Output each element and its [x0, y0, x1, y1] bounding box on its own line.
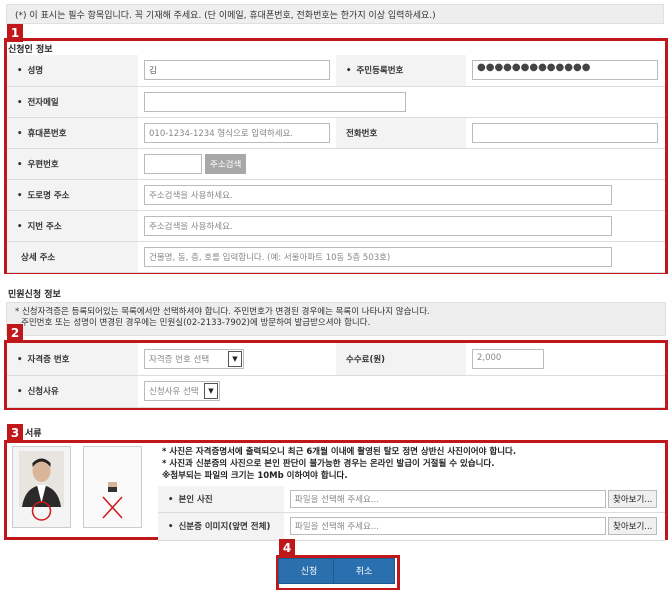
docs-form: 본인 사진 파일을 선택해 주세요...찾아보기... 신분증 이미지(앞면 전… [158, 486, 665, 541]
rrn-input[interactable]: ●●●●●●●●●●●●● [472, 60, 658, 81]
mobile-label: 휴대폰번호 [17, 129, 67, 139]
email-label: 전자메일 [17, 98, 59, 108]
id-photo-frame [83, 446, 142, 528]
rrn-label: 주민등록번호 [346, 66, 403, 76]
road-address-label: 도로명 주소 [17, 191, 70, 201]
docs-note-3: ※첨부되는 파일의 크기는 10Mb 이하여야 합니다. [162, 471, 348, 481]
reason-label: 신청사유 [17, 387, 59, 397]
zip-label: 우편번호 [17, 160, 59, 170]
road-address-input[interactable]: 주소검색을 사용하세요. [144, 184, 612, 205]
photo-label: 본인 사진 [168, 495, 213, 505]
fee-input: 2,000 [472, 348, 544, 369]
petition-info-box: * 신청자격증은 등록되어있는 목록에서만 선택하셔야 합니다. 주민번호가 변… [6, 302, 666, 336]
cert-number-label: 자격증 번호 [17, 355, 70, 365]
petition-info-line-1: * 신청자격증은 등록되어있는 목록에서만 선택하셔야 합니다. 주민번호가 변… [15, 307, 430, 317]
detail-address-input[interactable]: 건물명, 동, 층, 호를 입력합니다. (예: 서울아파트 10동 5층 50… [144, 246, 612, 267]
docs-note-2: * 사진과 신분증의 사진으로 본인 판단이 불가능한 경우는 온라인 발급이 … [162, 459, 495, 469]
user-photo [13, 447, 70, 527]
petition-info-line-2: 주민번호 또는 성명이 변경된 경우에는 민원실(02-2133-7902)에 … [21, 318, 371, 328]
mobile-input[interactable]: 010-1234-1234 형식으로 입력하세요. [144, 122, 330, 143]
reason-select-value: 신청사유 선택 [149, 387, 199, 397]
cancel-button[interactable]: 취소 [333, 558, 395, 584]
required-notice: (*) 이 표시는 필수 항목입니다. 꼭 기재해 주세요. (단 이메일, 휴… [6, 4, 664, 24]
address-search-button[interactable]: 주소검색 [205, 153, 247, 174]
fee-label: 수수료(원) [346, 354, 386, 365]
id-file-input[interactable]: 파일을 선택해 주세요... [290, 517, 606, 535]
photo-browse-button[interactable]: 찾아보기... [608, 489, 658, 508]
user-photo-frame [12, 446, 71, 528]
chevron-down-icon: ▼ [228, 350, 242, 367]
chevron-down-icon: ▼ [204, 383, 218, 399]
docs-notes: * 사진은 자격증명서에 출력되오니 최근 6개월 이내에 촬영된 탈모 정면 … [162, 446, 662, 482]
phone-label: 전화번호 [346, 128, 378, 139]
petition-section-title: 민원신청 정보 [8, 290, 61, 300]
phone-input[interactable] [472, 122, 658, 143]
name-input[interactable]: 김 [144, 60, 330, 81]
photo-preview-area [12, 446, 156, 530]
applicant-form: 성명 김 주민등록번호 ●●●●●●●●●●●●● 전자메일 휴대폰번호 010… [7, 55, 665, 273]
photo-file-input[interactable]: 파일을 선택해 주세요... [290, 489, 606, 508]
docs-note-1: * 사진은 자격증명서에 출력되오니 최근 6개월 이내에 촬영된 탈모 정면 … [162, 447, 517, 457]
lot-address-label: 지번 주소 [17, 222, 62, 232]
submit-button[interactable]: 신청 [278, 558, 340, 584]
id-browse-button[interactable]: 찾아보기... [608, 517, 658, 535]
lot-address-input[interactable]: 주소검색을 사용하세요. [144, 215, 612, 236]
cert-number-select-value: 자격증 번호 선택 [149, 354, 210, 365]
email-input[interactable] [144, 91, 406, 112]
name-label: 성명 [17, 66, 43, 76]
reason-select[interactable]: 신청사유 선택 ▼ [144, 381, 220, 401]
cert-number-select[interactable]: 자격증 번호 선택 ▼ [144, 348, 244, 369]
zip-input[interactable] [144, 153, 202, 174]
id-image-label: 신분증 이미지(앞면 전체) [168, 522, 270, 532]
detail-address-label: 상세 주소 [21, 252, 56, 263]
petition-form: 자격증 번호 자격증 번호 선택 ▼ 수수료(원) 2,000 신청사유 신청사유… [7, 343, 665, 408]
id-photo [84, 447, 141, 527]
docs-section-title: 서류 [25, 429, 42, 439]
